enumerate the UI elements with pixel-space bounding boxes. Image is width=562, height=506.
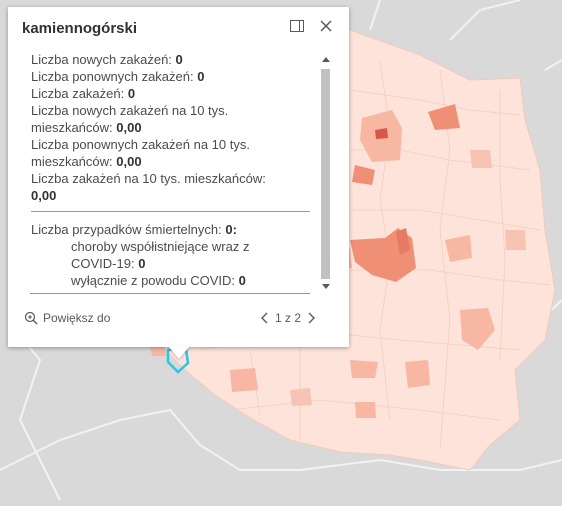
scroll-up-icon[interactable] [322,57,330,62]
row-reinfections-per-10k: Liczba ponownych zakażeń na 10 tys. [31,137,250,152]
popup-header: kamiennogórski [8,7,349,47]
pager-text: 1 z 2 [275,311,302,325]
popup-content[interactable]: Liczba nowych zakażeń: 0 Liczba ponownyc… [31,51,314,294]
popup-footer: Powiększ do 1 z 2 [8,303,349,333]
row-new-infections: Liczba nowych zakażeń: 0 [31,52,183,67]
scrollbar[interactable] [319,57,331,294]
row-deaths-comorbid: choroby współistniejące wraz z [71,239,250,254]
popup: kamiennogórski Liczba nowych zakażeń: 0 … [8,7,349,347]
row-new-infections-per-10k: Liczba nowych zakażeń na 10 tys. [31,103,229,118]
row-reinfections: Liczba ponownych zakażeń: 0 [31,69,205,84]
close-icon[interactable] [318,18,334,34]
row-deaths-covid-only: wyłącznie z powodu COVID: 0 [71,273,246,288]
row-deaths: Liczba przypadków śmiertelnych: 0: [31,222,237,237]
pager: 1 z 2 [259,311,317,325]
zoom-in-icon [24,311,38,325]
previous-icon[interactable] [259,311,269,325]
scroll-down-icon[interactable] [322,284,330,289]
next-icon[interactable] [307,311,317,325]
row-infections: Liczba zakażeń: 0 [31,86,136,101]
zoom-to-label: Powiększ do [43,311,111,325]
zoom-to-button[interactable]: Powiększ do [24,311,110,325]
popup-pointer [168,346,190,359]
dock-icon[interactable] [290,20,304,32]
footer-divider [30,293,310,294]
row-infections-per-10k: Liczba zakażeń na 10 tys. mieszkańców: [31,171,266,186]
popup-title: kamiennogórski [22,20,138,37]
scroll-thumb[interactable] [321,69,330,279]
content-divider [31,211,310,212]
